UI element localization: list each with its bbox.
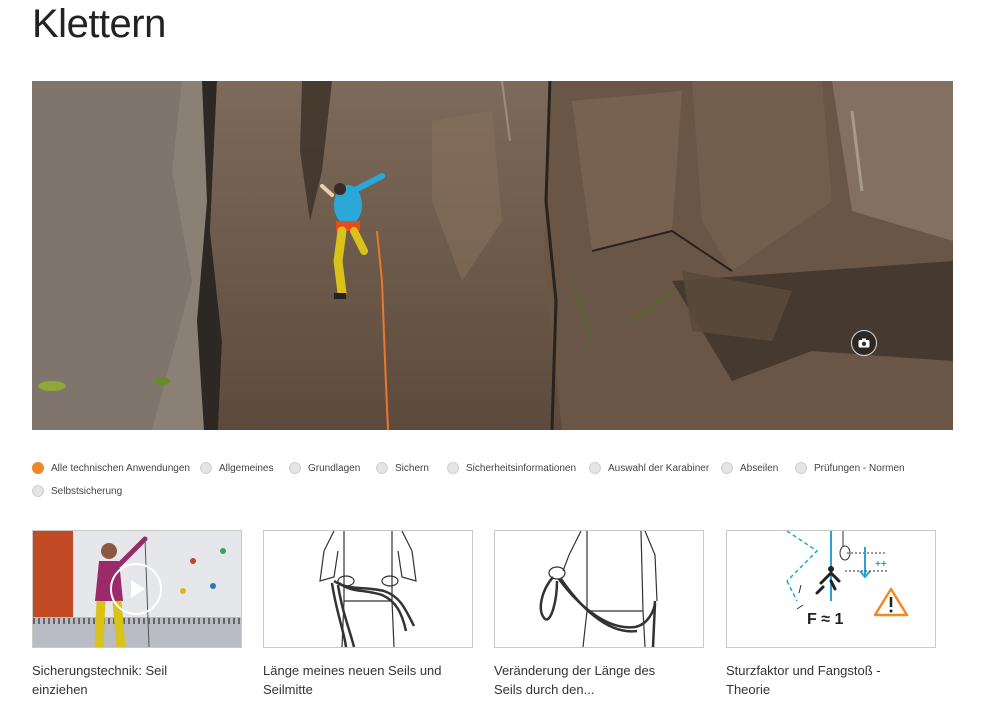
plus-label: ++ [875, 559, 887, 570]
radio-icon [721, 462, 733, 474]
filter-label: Grundlagen [308, 462, 361, 474]
filter-pruefungen-normen[interactable]: Prüfungen - Normen [795, 462, 905, 474]
radio-icon [32, 485, 44, 497]
radio-icon [376, 462, 388, 474]
filter-sicherheitsinformationen[interactable]: Sicherheitsinformationen [447, 462, 576, 474]
filter-grundlagen[interactable]: Grundlagen [289, 462, 360, 474]
radio-icon [795, 462, 807, 474]
play-icon[interactable] [110, 563, 162, 615]
illustration-thumbnail [263, 530, 473, 648]
filter-label: Sichern [395, 462, 429, 474]
camera-icon [858, 338, 870, 348]
radio-icon [589, 462, 601, 474]
radio-selected-icon [32, 462, 44, 474]
hero-image [32, 81, 953, 430]
filter-label: Alle technischen Anwendungen [51, 462, 190, 474]
filter-label: Sicherheitsinformationen [466, 462, 577, 474]
filter-sichern[interactable]: Sichern [376, 462, 429, 474]
camera-button[interactable] [851, 330, 877, 356]
filter-label: Prüfungen - Normen [814, 462, 905, 474]
filter-label: Abseilen [740, 462, 779, 474]
filter-label: Selbstsicherung [51, 485, 123, 497]
card-sicherungstechnik[interactable]: Sicherungstechnik: Seil einziehen [32, 530, 242, 699]
radio-icon [289, 462, 301, 474]
filter-alle-technischen-anwendungen[interactable]: Alle technischen Anwendungen [32, 462, 190, 474]
formula-label: F ≈ 1 [807, 611, 844, 628]
illustration-thumbnail [494, 530, 704, 648]
card-title[interactable]: Sturzfaktor und Fangstoß - Theorie [726, 661, 916, 699]
page-title: Klettern [32, 2, 166, 46]
video-thumbnail[interactable] [32, 530, 242, 648]
card-title[interactable]: Veränderung der Länge des Seils durch de… [494, 661, 684, 699]
diagram-thumbnail: ++ F ≈ 1 [726, 530, 936, 648]
radio-icon [200, 462, 212, 474]
card-title[interactable]: Sicherungstechnik: Seil einziehen [32, 661, 222, 699]
filter-auswahl-der-karabiner[interactable]: Auswahl der Karabiner [589, 462, 709, 474]
filter-label: Auswahl der Karabiner [608, 462, 710, 474]
card-sturzfaktor[interactable]: ++ F ≈ 1 Sturzfaktor und Fangstoß - Theo… [726, 530, 936, 699]
radio-icon [447, 462, 459, 474]
card-title[interactable]: Länge meines neuen Seils und Seilmitte [263, 661, 453, 699]
filter-label: Allgemeines [219, 462, 274, 474]
card-veraenderung-laenge[interactable]: Veränderung der Länge des Seils durch de… [494, 530, 704, 699]
climbing-photo [32, 81, 953, 430]
card-laenge-neues-seil[interactable]: Länge meines neuen Seils und Seilmitte [263, 530, 473, 699]
filter-selbstsicherung[interactable]: Selbstsicherung [32, 485, 122, 497]
filter-allgemeines[interactable]: Allgemeines [200, 462, 273, 474]
filter-abseilen[interactable]: Abseilen [721, 462, 778, 474]
